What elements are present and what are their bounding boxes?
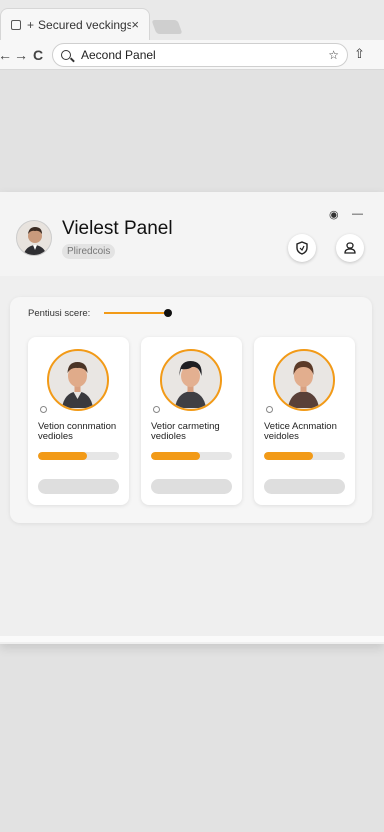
slider-track[interactable] xyxy=(104,312,168,314)
profile-card[interactable]: Vetion connmation vedioles xyxy=(28,337,129,505)
minimize-icon[interactable]: — xyxy=(352,208,363,220)
address-bar[interactable]: Aecond Panel ☆ xyxy=(52,43,348,67)
action-button[interactable] xyxy=(38,479,119,494)
browser-toolbar: ← → C Aecond Panel ☆ ⇧ xyxy=(0,40,384,70)
card-title: Vetior carmeting vedioles xyxy=(151,421,220,442)
profile-button[interactable] xyxy=(336,234,364,262)
progress-bar xyxy=(38,452,119,460)
tab-title: Secured veckings xyxy=(38,17,132,32)
slider-handle[interactable] xyxy=(164,309,172,317)
portrait-avatar xyxy=(47,349,109,411)
tab-strip: + Secured veckings × xyxy=(0,0,384,40)
panel-window: Vielest Panel Pliredcois ◉ — Pentiusi sc… xyxy=(0,192,384,644)
action-button[interactable] xyxy=(264,479,345,494)
forward-icon[interactable]: → xyxy=(14,46,28,64)
progress-bar xyxy=(264,452,345,460)
select-radio[interactable] xyxy=(153,406,160,413)
card-title: Vetice Acnmation veidoles xyxy=(264,421,337,442)
user-avatar[interactable] xyxy=(16,220,52,256)
search-icon xyxy=(61,50,71,60)
tab-page-icon xyxy=(11,19,21,30)
bookmark-star-icon[interactable]: ☆ xyxy=(328,48,339,62)
status-badge: Pliredcois xyxy=(62,244,116,259)
browser-tab[interactable]: + Secured veckings × xyxy=(0,8,150,40)
person-icon xyxy=(344,242,356,254)
panel-header: Vielest Panel Pliredcois ◉ — xyxy=(0,192,384,276)
shield-icon xyxy=(296,241,308,255)
panel-bottom-edge xyxy=(0,636,384,642)
slider-label: Pentiusi scere: xyxy=(28,308,91,319)
progress-fill xyxy=(264,452,313,460)
action-button[interactable] xyxy=(151,479,232,494)
info-icon[interactable]: ◉ xyxy=(329,208,339,221)
select-radio[interactable] xyxy=(40,406,47,413)
share-icon[interactable]: ⇧ xyxy=(354,46,365,62)
address-url[interactable]: Aecond Panel xyxy=(81,48,328,62)
tab-close-icon[interactable]: × xyxy=(131,17,139,32)
card-title: Vetion connmation vedioles xyxy=(38,421,117,442)
shield-button[interactable] xyxy=(288,234,316,262)
progress-fill xyxy=(38,452,87,460)
profile-card[interactable]: Vetice Acnmation veidoles xyxy=(254,337,355,505)
tab-plus-glyph: + xyxy=(27,17,35,32)
content-card: Pentiusi scere: Vetion connmation vediol… xyxy=(10,297,372,523)
reload-icon[interactable]: C xyxy=(33,46,43,64)
panel-title: Vielest Panel xyxy=(62,218,173,239)
portrait-avatar xyxy=(273,349,335,411)
portrait-avatar xyxy=(160,349,222,411)
progress-bar xyxy=(151,452,232,460)
progress-fill xyxy=(151,452,200,460)
new-tab-button[interactable] xyxy=(151,20,183,34)
select-radio[interactable] xyxy=(266,406,273,413)
profile-card[interactable]: Vetior carmeting vedioles xyxy=(141,337,242,505)
back-icon[interactable]: ← xyxy=(0,46,12,64)
